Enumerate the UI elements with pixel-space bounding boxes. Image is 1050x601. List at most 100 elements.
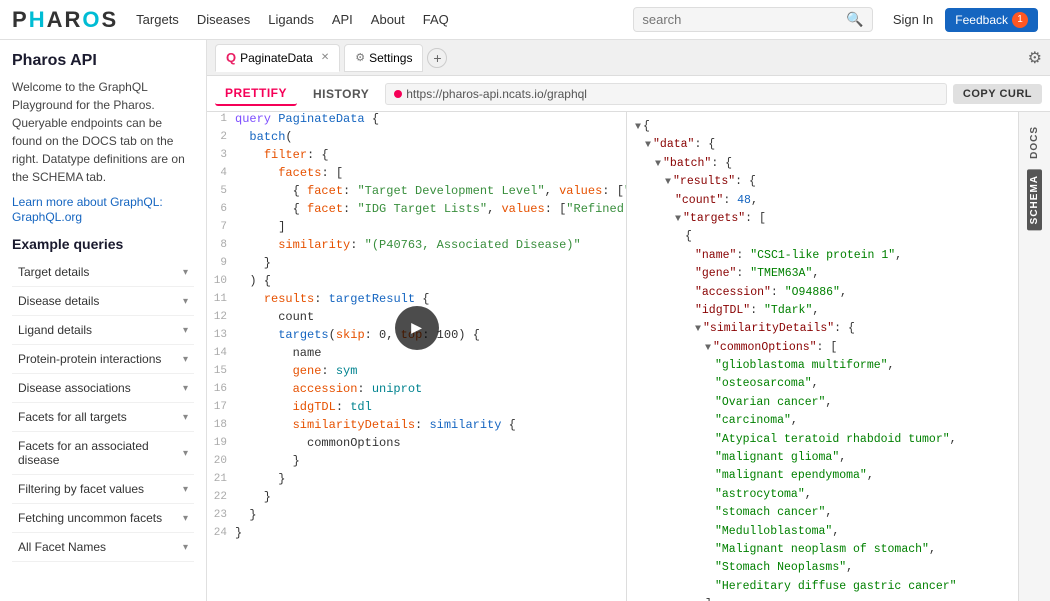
url-dot	[394, 90, 402, 98]
sidebar-item-disease-details[interactable]: Disease details ▾	[12, 287, 194, 316]
main-container: Pharos API Welcome to the GraphQL Playgr…	[0, 40, 1050, 601]
prettify-button[interactable]: PRETTIFY	[215, 82, 297, 106]
sidebar-item-label: Disease details	[18, 294, 99, 308]
nav-ligands[interactable]: Ligands	[268, 12, 314, 27]
collapse-arrow[interactable]: ▼	[645, 140, 651, 151]
code-line: 6 { facet: "IDG Target Lists", values: […	[207, 202, 626, 220]
tab-settings[interactable]: ⚙ Settings	[344, 44, 423, 72]
search-input[interactable]	[642, 12, 842, 27]
code-line: 7 ]	[207, 220, 626, 238]
example-queries-title: Example queries	[12, 236, 194, 252]
tab-label: PaginateData	[240, 51, 313, 65]
sidebar-item-uncommon-facets[interactable]: Fetching uncommon facets ▾	[12, 504, 194, 533]
collapse-arrow[interactable]: ▼	[665, 177, 671, 188]
sidebar-item-label: Disease associations	[18, 381, 131, 395]
gear-button[interactable]: ⚙	[1028, 48, 1042, 68]
code-line: 4 facets: [	[207, 166, 626, 184]
tabs-bar: Q PaginateData ✕ ⚙ Settings + ⚙	[207, 40, 1050, 76]
json-output: ▼{ ▼"data": { ▼"batch": { ▼"results": { …	[627, 112, 1018, 601]
collapse-arrow[interactable]: ▼	[695, 324, 701, 335]
sidebar-item-label: Facets for an associated disease	[18, 439, 183, 467]
top-navigation: PHAROS Targets Diseases Ligands API Abou…	[0, 0, 1050, 40]
code-line: 9 }	[207, 256, 626, 274]
collapse-arrow[interactable]: ▼	[675, 214, 681, 225]
sidebar-item-label: Target details	[18, 265, 89, 279]
editor-area: ▶ 1query PaginateData { 2 batch( 3 filte…	[207, 112, 1050, 601]
sidebar-item-facets-all[interactable]: Facets for all targets ▾	[12, 403, 194, 432]
sidebar-description: Welcome to the GraphQL Playground for th…	[12, 78, 194, 186]
add-icon: +	[433, 50, 441, 66]
sidebar-title: Pharos API	[12, 52, 194, 70]
code-line: 5 { facet: "Target Development Level", v…	[207, 184, 626, 202]
code-line: 3 filter: {	[207, 148, 626, 166]
sidebar-item-label: Filtering by facet values	[18, 482, 144, 496]
tab-paginate-data[interactable]: Q PaginateData ✕	[215, 44, 340, 72]
sidebar-item-label: Protein-protein interactions	[18, 352, 161, 366]
tabs-right: ⚙	[1028, 48, 1042, 68]
chevron-down-icon: ▾	[183, 267, 188, 278]
schema-panel-button[interactable]: SCHEMA	[1027, 169, 1042, 230]
sidebar-item-disease-associations[interactable]: Disease associations ▾	[12, 374, 194, 403]
nav-right: Sign In Feedback 1	[893, 8, 1038, 32]
chevron-down-icon: ▾	[183, 383, 188, 394]
sidebar: Pharos API Welcome to the GraphQL Playgr…	[0, 40, 207, 601]
tab-close-icon[interactable]: ✕	[321, 52, 329, 63]
code-line: 21 }	[207, 472, 626, 490]
sidebar-item-filtering[interactable]: Filtering by facet values ▾	[12, 475, 194, 504]
copy-curl-button[interactable]: COPY CURL	[953, 84, 1042, 104]
chevron-down-icon: ▾	[183, 484, 188, 495]
nav-diseases[interactable]: Diseases	[197, 12, 250, 27]
url-bar: https://pharos-api.ncats.io/graphql	[385, 83, 947, 105]
sidebar-item-label: Fetching uncommon facets	[18, 511, 162, 525]
signin-link[interactable]: Sign In	[893, 12, 933, 27]
nav-targets[interactable]: Targets	[136, 12, 179, 27]
docs-panel-button[interactable]: DOCS	[1027, 120, 1042, 165]
code-editor: ▶ 1query PaginateData { 2 batch( 3 filte…	[207, 112, 627, 601]
chevron-down-icon: ▾	[183, 296, 188, 307]
code-line: 15 gene: sym	[207, 364, 626, 382]
play-button[interactable]: ▶	[395, 306, 439, 350]
sidebar-item-ppi[interactable]: Protein-protein interactions ▾	[12, 345, 194, 374]
sidebar-item-label: Facets for all targets	[18, 410, 127, 424]
code-line: 8 similarity: "(P40763, Associated Disea…	[207, 238, 626, 256]
search-area: 🔍	[633, 7, 872, 32]
code-line: 24}	[207, 526, 626, 544]
add-tab-button[interactable]: +	[427, 48, 447, 68]
main-nav: Targets Diseases Ligands API About FAQ	[136, 12, 613, 27]
collapse-arrow[interactable]: ▼	[655, 159, 661, 170]
chevron-down-icon: ▾	[183, 542, 188, 553]
collapse-arrow[interactable]: ▼	[705, 343, 711, 354]
chevron-down-icon: ▾	[183, 513, 188, 524]
content-area: Q PaginateData ✕ ⚙ Settings + ⚙ PRETTIFY…	[207, 40, 1050, 601]
nav-api[interactable]: API	[332, 12, 353, 27]
sidebar-item-target-details[interactable]: Target details ▾	[12, 258, 194, 287]
code-line: 10 ) {	[207, 274, 626, 292]
nav-faq[interactable]: FAQ	[423, 12, 449, 27]
logo[interactable]: PHAROS	[12, 7, 116, 33]
tab-label: Settings	[369, 51, 412, 65]
graphql-link[interactable]: Learn more about GraphQL: GraphQL.org	[12, 195, 163, 224]
code-line: 1query PaginateData {	[207, 112, 626, 130]
chevron-down-icon: ▾	[183, 412, 188, 423]
sidebar-item-facets-associated[interactable]: Facets for an associated disease ▾	[12, 432, 194, 475]
collapse-arrow[interactable]: ▼	[635, 122, 641, 133]
chevron-down-icon: ▾	[183, 354, 188, 365]
toolbar: PRETTIFY HISTORY https://pharos-api.ncat…	[207, 76, 1050, 112]
feedback-badge: 1	[1012, 12, 1028, 28]
search-icon: 🔍	[846, 11, 863, 28]
sidebar-item-label: Ligand details	[18, 323, 92, 337]
chevron-down-icon: ▾	[183, 448, 188, 459]
code-line: 23 }	[207, 508, 626, 526]
code-line: 17 idgTDL: tdl	[207, 400, 626, 418]
nav-about[interactable]: About	[371, 12, 405, 27]
code-line: 20 }	[207, 454, 626, 472]
feedback-label: Feedback	[955, 13, 1008, 27]
settings-icon: ⚙	[355, 51, 365, 64]
tab-query-icon: Q	[226, 50, 236, 65]
code-line: 2 batch(	[207, 130, 626, 148]
sidebar-item-ligand-details[interactable]: Ligand details ▾	[12, 316, 194, 345]
url-text: https://pharos-api.ncats.io/graphql	[406, 87, 587, 101]
feedback-button[interactable]: Feedback 1	[945, 8, 1038, 32]
history-button[interactable]: HISTORY	[303, 83, 379, 105]
sidebar-item-all-facet-names[interactable]: All Facet Names ▾	[12, 533, 194, 562]
